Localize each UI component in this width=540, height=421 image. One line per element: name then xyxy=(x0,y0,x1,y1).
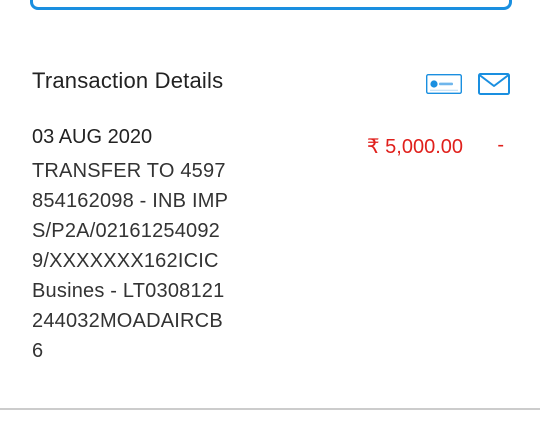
top-input-field[interactable] xyxy=(30,0,512,10)
transaction-date: 03 AUG 2020 xyxy=(32,126,153,148)
transaction-description: TRANSFER TO 4597854162098 - INB IMPS/P2A… xyxy=(32,160,229,362)
transaction-row[interactable]: 03 AUG 2020 TRANSFER TO 4597854162098 - … xyxy=(0,122,540,408)
mail-icon[interactable] xyxy=(478,73,510,95)
transaction-details-screen: Transaction Details 03 AUG 2020 TRANSFER… xyxy=(0,0,540,421)
section-title: Transaction Details xyxy=(32,68,224,93)
transaction-balance: - xyxy=(497,134,504,156)
divider xyxy=(0,408,540,410)
transaction-amount: ₹ 5,000.00 xyxy=(366,136,463,158)
passbook-icon[interactable] xyxy=(426,74,462,94)
